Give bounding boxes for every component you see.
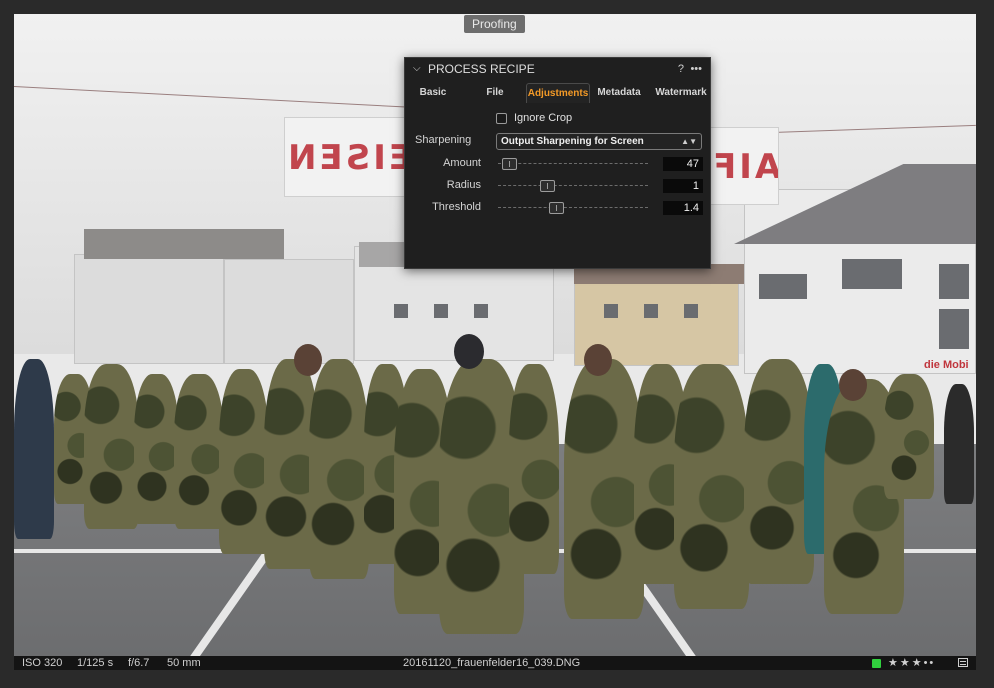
photo-soldier: [309, 359, 369, 579]
amount-value[interactable]: 47: [663, 157, 703, 171]
slider-track: [498, 163, 648, 164]
threshold-label: Threshold: [432, 201, 481, 213]
shop-sign: die Mobi: [924, 359, 969, 371]
chevron-updown-icon: ▲▼: [681, 137, 697, 146]
color-tag-icon[interactable]: [872, 659, 881, 668]
photo-head: [454, 334, 484, 369]
photo-soldier: [884, 374, 934, 499]
recipe-tabs: Basic File Adjustments Metadata Watermar…: [405, 83, 710, 103]
slider-track: [498, 185, 648, 186]
panel-title: PROCESS RECIPE: [428, 62, 535, 76]
radius-value[interactable]: 1: [663, 179, 703, 193]
photo-head: [294, 344, 322, 376]
panel-header[interactable]: ⌵ PROCESS RECIPE ? •••: [405, 58, 710, 80]
photo-soldier: [84, 364, 139, 529]
image-frame: Proofing RAIFFEISEN RAIF: [0, 0, 994, 688]
process-recipe-panel: ⌵ PROCESS RECIPE ? ••• Basic File Adjust…: [404, 57, 711, 269]
ignore-crop-checkbox[interactable]: [496, 113, 507, 124]
radius-slider[interactable]: [498, 180, 648, 192]
tab-adjustments[interactable]: Adjustments: [526, 83, 590, 103]
slider-track: [498, 207, 648, 208]
sharpening-select-value: Output Sharpening for Screen: [501, 136, 644, 147]
photo-soldier: [134, 374, 179, 524]
photo-window: [604, 304, 618, 318]
photo-soldier: [944, 384, 974, 504]
finish-banner-left: RAIFFEISEN: [284, 117, 414, 197]
photo-building-center-left: [224, 259, 354, 364]
tab-metadata[interactable]: Metadata: [593, 83, 645, 103]
photo-building-left: [74, 254, 224, 364]
iso-readout: ISO 320: [22, 657, 63, 669]
filename: 20161120_frauenfelder16_039.DNG: [403, 657, 581, 669]
tab-basic[interactable]: Basic: [411, 83, 455, 103]
photo-window: [684, 304, 698, 318]
photo-window: [842, 259, 902, 289]
tab-watermark[interactable]: Watermark: [653, 83, 709, 103]
slider-knob[interactable]: [549, 202, 564, 214]
photo-window: [939, 309, 969, 349]
photo-window: [759, 274, 807, 299]
photo-window: [434, 304, 448, 318]
threshold-value[interactable]: 1.4: [663, 201, 703, 215]
photo-soldier: [564, 359, 644, 619]
aperture-readout: f/6.7: [128, 657, 150, 669]
sharpening-select[interactable]: Output Sharpening for Screen ▲▼: [496, 133, 702, 150]
radius-label: Radius: [446, 179, 481, 191]
help-icon[interactable]: ?: [678, 58, 684, 80]
focal-length-readout: 50 mm: [167, 657, 201, 669]
photo-soldier: [674, 364, 749, 609]
photo-roof: [84, 229, 284, 259]
photo-window: [939, 264, 969, 299]
photo-head: [584, 344, 612, 376]
photo-window: [394, 304, 408, 318]
more-options-icon[interactable]: •••: [690, 58, 702, 80]
chevron-down-icon[interactable]: ⌵: [413, 58, 421, 80]
photo-soldier: [509, 364, 559, 574]
tab-file[interactable]: File: [475, 83, 515, 103]
photo-soldier: [14, 359, 54, 539]
ignore-crop-label: Ignore Crop: [514, 112, 573, 124]
photo-window: [644, 304, 658, 318]
slider-knob[interactable]: [502, 158, 517, 170]
sharpening-label: Sharpening: [415, 134, 472, 146]
star-rating[interactable]: ★★★••: [888, 656, 935, 670]
list-icon[interactable]: [958, 658, 968, 667]
proofing-label: Proofing: [464, 15, 525, 33]
amount-label: Amount: [443, 157, 481, 169]
photo-soldier: [219, 369, 269, 554]
shutter-readout: 1/125 s: [77, 657, 114, 669]
status-bar: ISO 320 1/125 s f/6.7 50 mm 20161120_fra…: [14, 656, 976, 670]
photo-window: [474, 304, 488, 318]
slider-knob[interactable]: [540, 180, 555, 192]
photo-soldier: [174, 374, 224, 529]
amount-slider[interactable]: [498, 158, 648, 170]
photo-head: [839, 369, 867, 401]
finish-banner-right: RAIF: [709, 127, 779, 205]
threshold-slider[interactable]: [498, 202, 648, 214]
